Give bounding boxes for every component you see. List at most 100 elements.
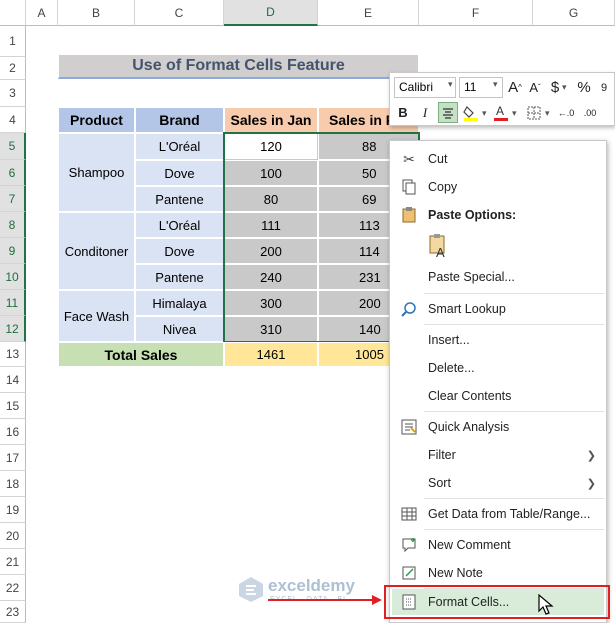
menu-item-sort[interactable]: Sort ❯ [390,469,606,497]
watermark-name: exceldemy [268,576,355,595]
menu-item-delete[interactable]: Delete... [390,354,606,382]
row-header-22[interactable]: 22 [0,575,26,601]
menu-item-copy[interactable]: Copy [390,173,606,201]
menu-item-get-data[interactable]: Get Data from Table/Range... [390,500,606,528]
font-dropdown-icon[interactable]: ▾ [448,79,453,90]
column-header-e[interactable]: E [318,0,419,26]
brand-cell[interactable]: Pantene [135,264,224,290]
currency-dropdown-icon[interactable]: ▾ [562,82,567,93]
jan-cell[interactable]: 111 [224,212,318,238]
italic-button[interactable]: I [416,102,434,123]
jan-cell[interactable]: 310 [224,316,318,342]
brand-cell[interactable]: Dove [135,160,224,186]
paste-formatting-icon[interactable]: A [426,233,452,260]
row-header-7[interactable]: 7 [0,186,26,212]
row-header-12[interactable]: 12 [0,316,26,342]
row-header-21[interactable]: 21 [0,549,26,575]
borders-button[interactable] [524,102,544,123]
row-header-19[interactable]: 19 [0,497,26,523]
row-header-8[interactable]: 8 [0,212,26,238]
row-header-6[interactable]: 6 [0,160,26,186]
row-header-9[interactable]: 9 [0,238,26,264]
menu-item-insert[interactable]: Insert... [390,326,606,354]
row-header-23[interactable]: 23 [0,601,26,623]
jan-cell[interactable]: 240 [224,264,318,290]
menu-item-cut[interactable]: ✂ Cut [390,145,606,173]
row-header-16[interactable]: 16 [0,419,26,445]
column-header-c[interactable]: C [135,0,224,26]
row-header-18[interactable]: 18 [0,471,26,497]
column-header-b[interactable]: B [58,0,135,26]
row-header-14[interactable]: 14 [0,367,26,393]
jan-cell[interactable]: 100 [224,160,318,186]
row-header-5[interactable]: 5 [0,133,26,160]
column-header-g[interactable]: G [533,0,615,26]
comma-style-button[interactable]: 9 [596,77,612,98]
product-cell[interactable]: Shampoo [58,133,135,212]
row-header-4[interactable]: 4 [0,107,26,133]
brand-cell[interactable]: L'Oréal [135,212,224,238]
menu-item-new-note[interactable]: New Note [390,559,606,587]
menu-label: Smart Lookup [428,302,506,316]
increase-font-button[interactable]: A ^ [506,77,524,98]
row-header-20[interactable]: 20 [0,523,26,549]
fill-dropdown-icon[interactable]: ▾ [482,108,487,119]
jan-cell[interactable]: 300 [224,290,318,316]
row-header-13[interactable]: 13 [0,342,26,367]
total-jan[interactable]: 1461 [224,342,318,367]
percent-button[interactable]: % [574,77,594,98]
menu-item-clear-contents[interactable]: Clear Contents [390,382,606,410]
header-sales-jan[interactable]: Sales in Jan [224,107,318,133]
currency-button[interactable]: $ [548,77,562,98]
borders-dropdown-icon[interactable]: ▾ [545,108,550,119]
row-header-11[interactable]: 11 [0,290,26,316]
jan-cell[interactable]: 200 [224,238,318,264]
brand-cell[interactable]: Pantene [135,186,224,212]
row-header-10[interactable]: 10 [0,264,26,290]
fill-color-button[interactable] [462,102,480,123]
font-name-box[interactable]: Calibri [394,77,456,98]
select-all-corner[interactable] [0,0,26,26]
column-header-a[interactable]: A [26,0,58,26]
product-cell[interactable]: Face Wash [58,290,135,342]
row-header-17[interactable]: 17 [0,445,26,471]
row-header-1[interactable]: 1 [0,26,26,57]
header-product[interactable]: Product [58,107,135,133]
align-center-icon [443,107,453,119]
total-label[interactable]: Total Sales [58,342,224,367]
svg-text:A: A [436,245,445,259]
menu-item-filter[interactable]: Filter ❯ [390,441,606,469]
column-header-d[interactable]: D [224,0,318,26]
row-header-15[interactable]: 15 [0,393,26,419]
jan-cell-active[interactable]: 120 [224,133,318,160]
brand-cell[interactable]: Nivea [135,316,224,342]
menu-item-smart-lookup[interactable]: Smart Lookup [390,295,606,323]
size-dropdown-icon[interactable]: ▾ [493,79,498,90]
row-header-3[interactable]: 3 [0,80,26,107]
font-color-dropdown-icon[interactable]: ▾ [512,108,517,119]
row-header-2[interactable]: 2 [0,57,26,80]
font-color-button[interactable]: A [492,102,510,123]
brand-cell[interactable]: Dove [135,238,224,264]
bold-button[interactable]: B [394,102,412,123]
increase-decimal-button[interactable]: ←.0 [556,102,576,123]
decrease-font-button[interactable]: Aˇ [526,77,544,98]
decrease-decimal-button[interactable]: .00 [580,102,600,123]
menu-label: Get Data from Table/Range... [428,507,591,521]
jan-cell[interactable]: 80 [224,186,318,212]
menu-separator [424,498,604,499]
menu-separator [424,411,604,412]
center-align-button[interactable] [438,102,458,123]
menu-label: Filter [428,448,456,462]
menu-item-paste-options: Paste Options: [390,201,606,229]
menu-label: Paste Options: [428,208,517,222]
column-header-f[interactable]: F [419,0,533,26]
product-cell[interactable]: Conditoner [58,212,135,290]
menu-item-paste-special[interactable]: Paste Special... [390,263,606,291]
brand-cell[interactable]: L'Oréal [135,133,224,160]
menu-item-quick-analysis[interactable]: Quick Analysis [390,413,606,441]
menu-item-format-cells[interactable]: Format Cells... [392,589,604,615]
header-brand[interactable]: Brand [135,107,224,133]
brand-cell[interactable]: Himalaya [135,290,224,316]
menu-item-new-comment[interactable]: New Comment [390,531,606,559]
